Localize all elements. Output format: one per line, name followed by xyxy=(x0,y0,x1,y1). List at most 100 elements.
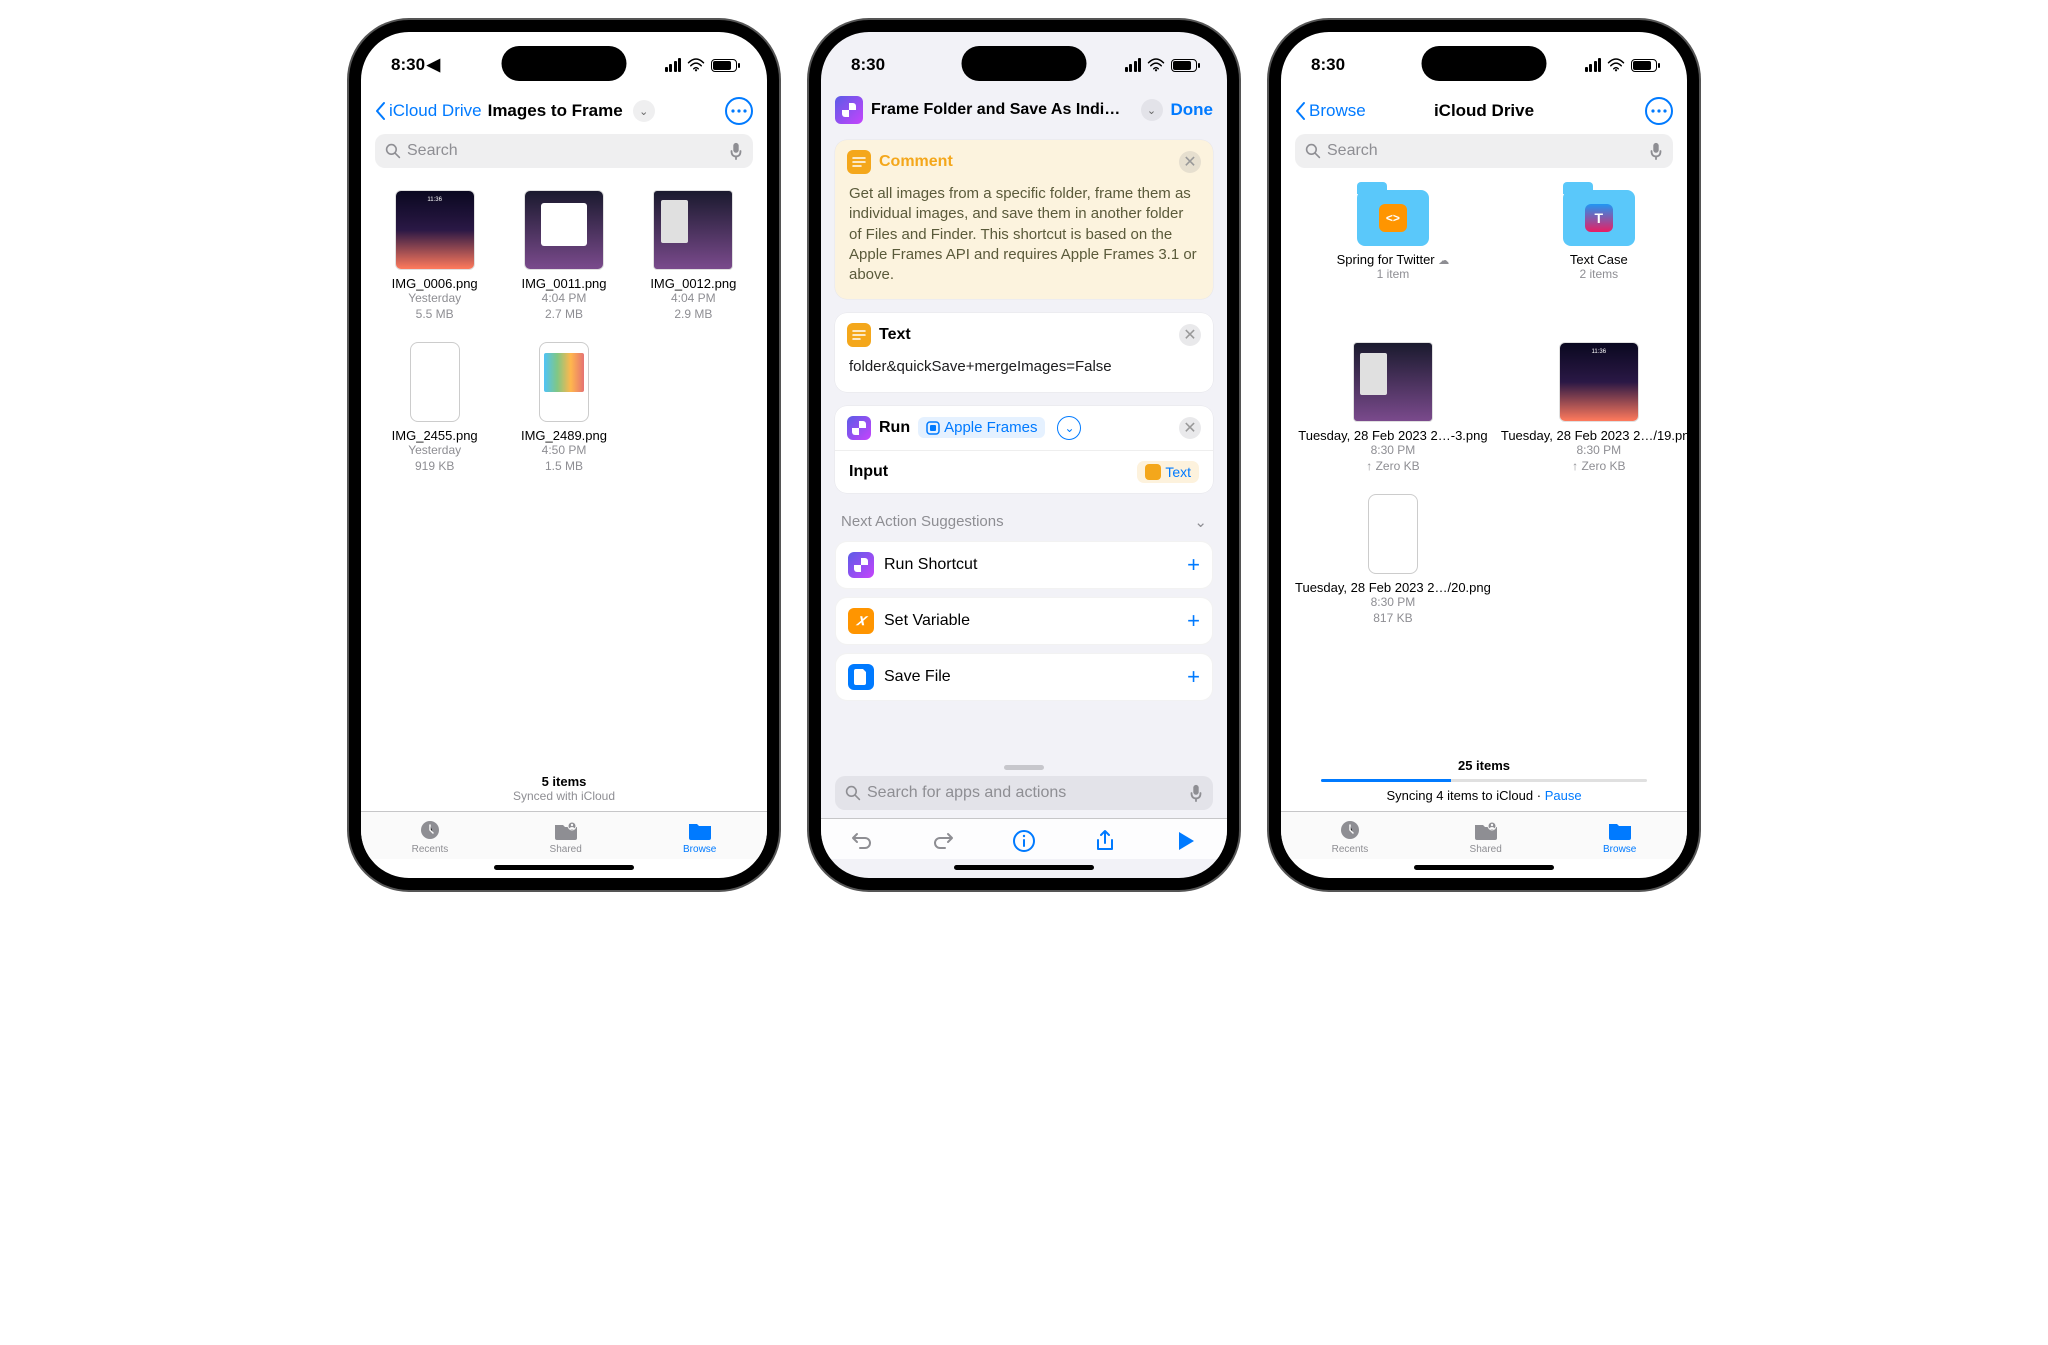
wifi-icon xyxy=(1607,58,1625,72)
tab-shared[interactable]: Shared xyxy=(550,818,582,855)
file-item[interactable]: Tuesday, 28 Feb 2023 2…/20.png 8:30 PM 8… xyxy=(1295,494,1491,626)
undo-button[interactable] xyxy=(848,827,876,855)
back-button[interactable]: Browse xyxy=(1295,101,1366,121)
dynamic-island xyxy=(962,46,1087,81)
file-name: IMG_0011.png xyxy=(504,276,623,291)
file-item[interactable]: IMG_0006.png Yesterday 5.5 MB xyxy=(375,190,494,322)
suggestions-header[interactable]: Next Action Suggestions ⌄ xyxy=(835,507,1213,541)
input-param-row[interactable]: Input Text xyxy=(835,450,1213,493)
file-item[interactable]: Tuesday, 28 Feb 2023 2…-3.png 8:30 PM ↑ … xyxy=(1295,342,1491,474)
add-suggestion-button[interactable]: + xyxy=(1187,664,1200,690)
suggestion-row[interactable]: 𝑥Set Variable+ xyxy=(835,597,1213,645)
tab-browse[interactable]: Browse xyxy=(683,818,716,855)
pause-button[interactable]: Pause xyxy=(1545,788,1582,803)
battery-icon xyxy=(1631,59,1657,72)
run-shortcut-action[interactable]: Run Apple Frames ⌄ ✕ Input Text xyxy=(835,406,1213,493)
title-menu-button[interactable]: ⌄ xyxy=(1141,99,1163,121)
delete-action-button[interactable]: ✕ xyxy=(1179,417,1201,439)
file-thumbnail xyxy=(410,342,460,422)
file-item[interactable]: Tuesday, 28 Feb 2023 2…/19.png 8:30 PM ↑… xyxy=(1501,342,1687,474)
more-button[interactable] xyxy=(1645,97,1673,125)
run-button[interactable] xyxy=(1172,827,1200,855)
folder-item[interactable]: Text Case 2 items xyxy=(1501,190,1687,322)
sheet-grabber[interactable] xyxy=(1004,765,1044,770)
clock-icon xyxy=(1337,818,1363,842)
action-search-field[interactable]: Search for apps and actions xyxy=(835,776,1213,810)
folder-thumbnail xyxy=(1357,190,1429,246)
run-target-token[interactable]: Apple Frames xyxy=(918,417,1045,438)
phone-files-folder: 8:30◀︎ iCloud Drive Images to Frame ⌄ Se… xyxy=(349,20,779,890)
tab-browse[interactable]: Browse xyxy=(1603,818,1636,855)
tab-shared[interactable]: Shared xyxy=(1470,818,1502,855)
back-label: Browse xyxy=(1309,101,1366,121)
done-button[interactable]: Done xyxy=(1171,100,1214,120)
back-label: iCloud Drive xyxy=(389,101,482,121)
tab-recents[interactable]: Recents xyxy=(1332,818,1369,855)
comment-body[interactable]: Get all images from a specific folder, f… xyxy=(835,184,1213,299)
suggestion-row[interactable]: Run Shortcut + xyxy=(835,541,1213,589)
phone-shortcuts-editor: 8:30 Frame Folder and Save As Indivi… ⌄ … xyxy=(809,20,1239,890)
search-icon xyxy=(385,143,401,159)
sync-status: Synced with iCloud xyxy=(361,789,767,803)
home-indicator[interactable] xyxy=(494,865,634,870)
chevron-down-icon: ⌄ xyxy=(1194,513,1207,531)
signal-icon xyxy=(1585,58,1602,72)
text-body[interactable]: folder&quickSave+mergeImages=False xyxy=(835,357,1213,391)
home-indicator[interactable] xyxy=(954,865,1094,870)
status-time: 8:30◀︎ xyxy=(391,55,440,75)
share-button[interactable] xyxy=(1091,827,1119,855)
search-icon xyxy=(1305,143,1321,159)
mic-icon[interactable] xyxy=(1649,142,1663,160)
suggestion-row[interactable]: Save File + xyxy=(835,653,1213,701)
file-name: Tuesday, 28 Feb 2023 2…/19.png xyxy=(1501,428,1687,443)
search-field[interactable]: Search xyxy=(1295,134,1673,168)
status-time: 8:30 xyxy=(1311,55,1345,75)
file-item[interactable]: IMG_0012.png 4:04 PM 2.9 MB xyxy=(634,190,753,322)
wifi-icon xyxy=(1147,58,1165,72)
file-name: IMG_0006.png xyxy=(375,276,494,291)
search-icon xyxy=(845,785,861,801)
file-size: 817 KB xyxy=(1295,611,1491,627)
file-item[interactable]: IMG_0011.png 4:04 PM 2.7 MB xyxy=(504,190,623,322)
mic-icon[interactable] xyxy=(729,142,743,160)
more-button[interactable] xyxy=(725,97,753,125)
file-size: 5.5 MB xyxy=(375,307,494,323)
dynamic-island xyxy=(502,46,627,81)
file-item[interactable]: IMG_2455.png Yesterday 919 KB xyxy=(375,342,494,474)
add-suggestion-button[interactable]: + xyxy=(1187,608,1200,634)
back-button[interactable]: iCloud Drive xyxy=(375,101,482,121)
tab-recents[interactable]: Recents xyxy=(412,818,449,855)
suggestion-label: Save File xyxy=(884,668,1177,686)
run-verb: Run xyxy=(879,419,910,437)
file-meta: 4:04 PM xyxy=(634,291,753,307)
shortcut-app-icon xyxy=(835,96,863,124)
search-placeholder: Search xyxy=(407,142,723,160)
suggestion-label: Run Shortcut xyxy=(884,556,1177,574)
mic-icon[interactable] xyxy=(1189,784,1203,802)
info-button[interactable] xyxy=(1010,827,1038,855)
title-menu-button[interactable]: ⌄ xyxy=(633,100,655,122)
search-field[interactable]: Search xyxy=(375,134,753,168)
file-meta: 8:30 PM xyxy=(1295,595,1491,611)
home-indicator[interactable] xyxy=(1414,865,1554,870)
tab-bar: Recents Shared Browse xyxy=(1281,811,1687,859)
delete-action-button[interactable]: ✕ xyxy=(1179,151,1201,173)
text-action[interactable]: Text ✕ folder&quickSave+mergeImages=Fals… xyxy=(835,313,1213,391)
shortcut-title[interactable]: Frame Folder and Save As Indivi… xyxy=(871,101,1129,119)
file-item[interactable]: IMG_2489.png 4:50 PM 1.5 MB xyxy=(504,342,623,474)
reveal-button[interactable]: ⌄ xyxy=(1057,416,1081,440)
input-value-pill[interactable]: Text xyxy=(1137,461,1199,483)
delete-action-button[interactable]: ✕ xyxy=(1179,324,1201,346)
text-icon xyxy=(847,323,871,347)
shortcut-app-icon xyxy=(847,416,871,440)
battery-icon xyxy=(1171,59,1197,72)
item-count: 25 items xyxy=(1281,758,1687,773)
file-name: Spring for Twitter ☁︎ xyxy=(1295,252,1491,267)
comment-action[interactable]: Comment ✕ Get all images from a specific… xyxy=(835,140,1213,299)
add-suggestion-button[interactable]: + xyxy=(1187,552,1200,578)
battery-icon xyxy=(711,59,737,72)
tab-bar: Recents Shared Browse xyxy=(361,811,767,859)
dynamic-island xyxy=(1422,46,1547,81)
redo-button[interactable] xyxy=(929,827,957,855)
folder-item[interactable]: Spring for Twitter ☁︎ 1 item xyxy=(1295,190,1491,322)
